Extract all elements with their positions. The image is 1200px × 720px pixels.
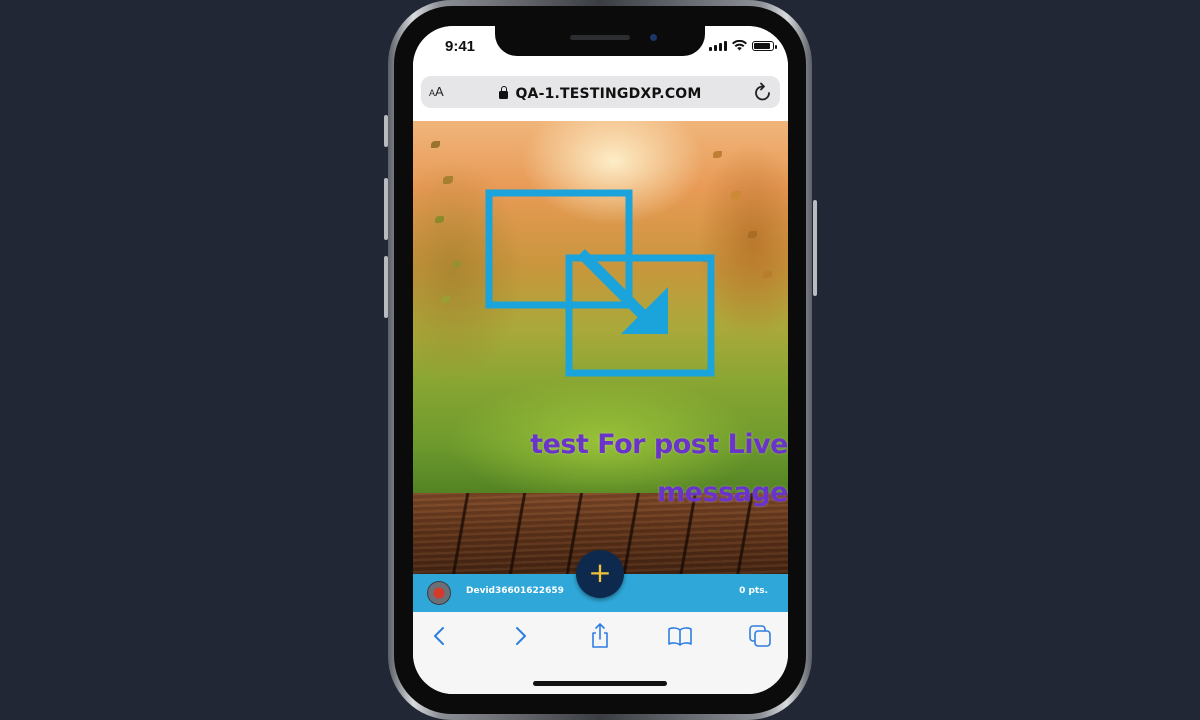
wifi-icon [732, 40, 747, 51]
speaker-grille [570, 35, 630, 40]
back-icon[interactable] [425, 622, 455, 650]
status-bar: 9:41 [413, 26, 788, 70]
battery-icon [752, 41, 777, 51]
leaf [431, 141, 440, 148]
leaf [453, 261, 461, 267]
web-content: test For post Live message [413, 121, 788, 576]
cellular-signal-icon [709, 41, 727, 51]
lock-icon [499, 86, 509, 99]
status-time: 9:41 [445, 38, 476, 55]
power-button [813, 200, 817, 296]
post-message: test For post Live message [488, 421, 788, 517]
share-icon[interactable] [585, 622, 615, 650]
reload-icon[interactable] [752, 80, 774, 104]
post-message-line1: test For post Live [530, 429, 788, 460]
front-camera [650, 34, 657, 41]
leaf [748, 231, 757, 238]
address-bar[interactable]: AA QA-1.TESTINGDXP.COM [421, 76, 780, 108]
leaf [435, 216, 444, 223]
post-message-line2: message [657, 477, 788, 508]
leaf [731, 191, 741, 199]
phone-screen: 9:41 AA QA-1.TESTINGDXP.COM test For pos… [413, 26, 788, 694]
volume-down-button [384, 256, 388, 318]
url-text: QA-1.TESTINGDXP.COM [515, 86, 702, 102]
add-button[interactable]: + [576, 550, 624, 598]
volume-up-button [384, 178, 388, 240]
notch [495, 26, 705, 56]
leaf [443, 176, 453, 184]
status-icons [709, 40, 777, 51]
username: Devid36601622659 [466, 586, 564, 596]
leaf [441, 296, 450, 303]
tabs-icon[interactable] [745, 622, 775, 650]
url-container[interactable]: QA-1.TESTINGDXP.COM [421, 83, 780, 102]
forward-icon[interactable] [505, 622, 535, 650]
home-indicator[interactable] [533, 681, 667, 686]
mute-switch [384, 115, 388, 147]
points-value: 0 pts. [739, 586, 768, 596]
leaf [763, 271, 772, 278]
bookmarks-icon[interactable] [665, 622, 695, 650]
leaf [713, 151, 722, 158]
avatar[interactable] [427, 581, 451, 605]
resize-arrow-icon [485, 189, 715, 377]
